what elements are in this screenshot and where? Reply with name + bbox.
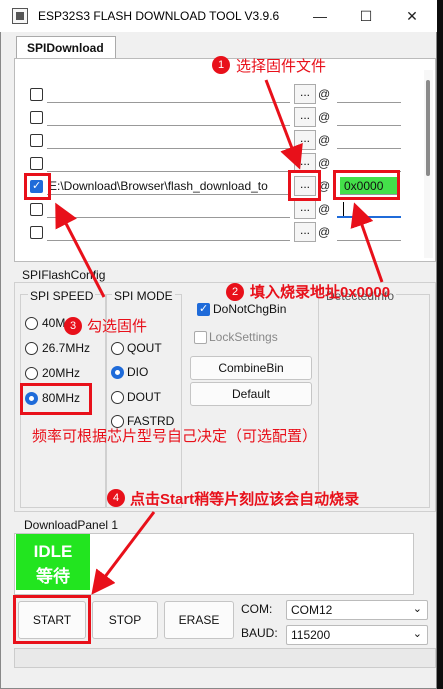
arrow-2 [350, 202, 384, 283]
arrow-3 [55, 202, 106, 298]
arrow-1 [264, 79, 303, 170]
arrow-4 [91, 511, 156, 595]
annotation-text-4: 点击Start稍等片刻应该会自动烧录 [130, 491, 360, 508]
annotation-badge-4: 4 [107, 489, 125, 507]
annotation-arrows [55, 79, 384, 595]
annotation-text-2: 填入烧录地址0x0000 [250, 284, 391, 301]
annotation-text-3: 勾选固件 [87, 318, 148, 335]
annotation-badge-3: 3 [64, 317, 82, 335]
annotation-note: 频率可根据芯片型号自己决定（可选配置） [32, 428, 318, 445]
annotation-badge-1: 1 [212, 56, 230, 74]
annotation-badge-2: 2 [226, 283, 244, 301]
annotation-text-1: 选择固件文件 [236, 58, 327, 75]
